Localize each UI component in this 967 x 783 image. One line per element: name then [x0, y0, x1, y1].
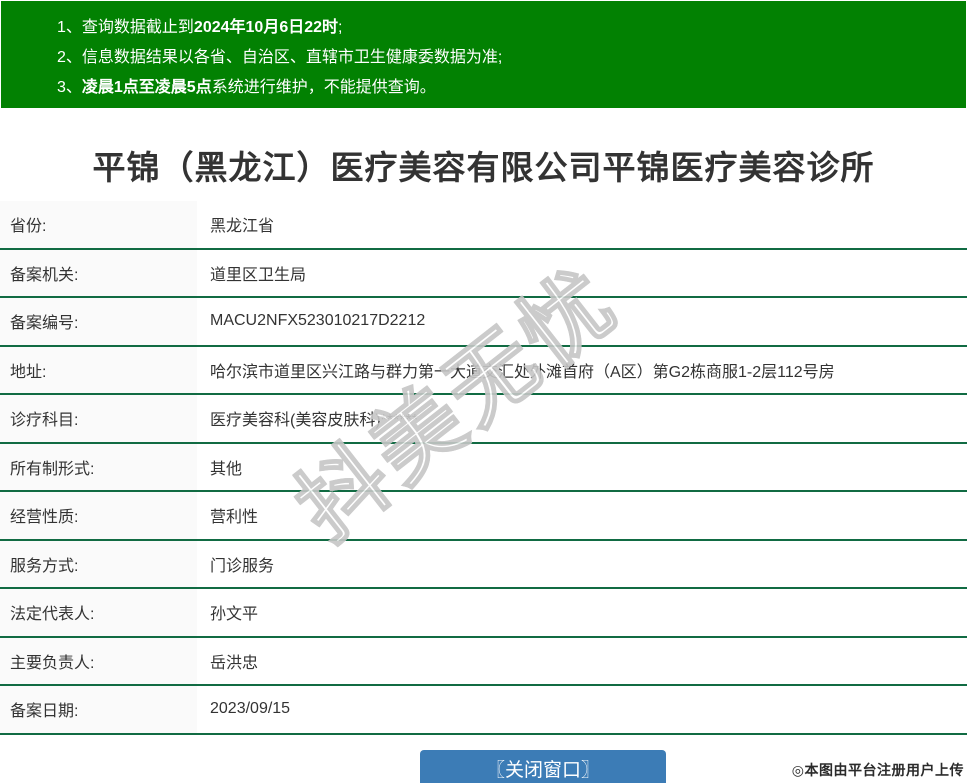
row-value: 孙文平 — [210, 606, 259, 624]
notice-line-1: 1、查询数据截止到2024年10月6日22时; — [57, 13, 966, 43]
table-row-filing-number: 备案编号: MACU2NFX523010217D2212 — [0, 298, 967, 347]
notice-number: 3、 — [57, 79, 82, 96]
notice-line-2: 2、信息数据结果以各省、自治区、直辖市卫生健康委数据为准; — [57, 43, 966, 73]
notice-text-bold: 2024年10月6日22时 — [193, 19, 339, 36]
table-row-principal: 主要负责人: 岳洪忠 — [0, 637, 967, 686]
corner-upload-watermark: ◎本图由平台注册用户上传 — [791, 762, 964, 778]
table-row-treatment-subjects: 诊疗科目: 医疗美容科(美容皮肤科)****** — [0, 395, 967, 444]
query-result-page: 1、查询数据截止到2024年10月6日22时; 2、信息数据结果以各省、自治区、… — [0, 0, 967, 783]
row-label: 诊疗科目: — [0, 395, 197, 442]
row-value: 黑龙江省 — [210, 218, 275, 236]
row-value: 道里区卫生局 — [210, 266, 307, 284]
row-value: 营利性 — [210, 509, 259, 527]
table-row-service-mode: 服务方式: 门诊服务 — [0, 540, 967, 589]
row-label: 备案编号: — [0, 298, 197, 345]
table-row-filing-date: 备案日期: 2023/09/15 — [0, 686, 967, 735]
notice-number: 2、 — [57, 49, 82, 66]
page-title: 平锦（黑龙江）医疗美容有限公司平锦医疗美容诊所 — [92, 149, 875, 186]
row-label: 地址: — [0, 346, 197, 393]
row-label: 备案日期: — [0, 686, 197, 733]
row-label: 服务方式: — [0, 540, 197, 587]
row-value: 医疗美容科(美容皮肤科)****** — [210, 412, 419, 430]
row-label: 所有制形式: — [0, 443, 197, 490]
notice-text-bold: 凌晨1点至凌晨5点 — [81, 79, 212, 96]
row-label: 经营性质: — [0, 492, 197, 539]
notice-text: 查询数据截止到 — [81, 19, 194, 36]
institution-info-table: 省份: 黑龙江省 备案机关: 道里区卫生局 备案编号: MACU2NFX5230… — [0, 201, 967, 735]
row-label: 省份: — [0, 201, 197, 248]
row-value: 哈尔滨市道里区兴江路与群力第一大道交汇处外滩首府（A区）第G2栋商服1-2层11… — [210, 363, 835, 381]
row-value: 门诊服务 — [210, 557, 275, 575]
table-row-province: 省份: 黑龙江省 — [0, 201, 967, 250]
row-label: 主要负责人: — [0, 637, 197, 684]
row-value: 2023/09/15 — [210, 700, 291, 718]
table-row-legal-representative: 法定代表人: 孙文平 — [0, 589, 967, 638]
table-row-ownership-form: 所有制形式: 其他 — [0, 443, 967, 492]
notice-line-3: 3、凌晨1点至凌晨5点系统进行维护，不能提供查询。 — [57, 73, 966, 103]
row-value: 岳洪忠 — [210, 654, 259, 672]
table-row-filing-authority: 备案机关: 道里区卫生局 — [0, 249, 967, 298]
notice-number: 1、 — [57, 19, 82, 36]
notice-text: 信息数据结果以各省、自治区、直辖市卫生健康委数据为准; — [81, 49, 503, 66]
row-value: MACU2NFX523010217D2212 — [210, 312, 426, 330]
table-row-operation-nature: 经营性质: 营利性 — [0, 492, 967, 541]
row-value: 其他 — [210, 460, 243, 478]
notice-text: ; — [338, 19, 343, 36]
close-window-button[interactable]: 〖关闭窗口〗 — [420, 750, 666, 783]
row-label: 备案机关: — [0, 249, 197, 296]
notice-text: 系统进行维护，不能提供查询。 — [211, 79, 436, 96]
row-label: 法定代表人: — [0, 589, 197, 636]
notice-banner: 1、查询数据截止到2024年10月6日22时; 2、信息数据结果以各省、自治区、… — [1, 1, 966, 108]
table-row-address: 地址: 哈尔滨市道里区兴江路与群力第一大道交汇处外滩首府（A区）第G2栋商服1-… — [0, 346, 967, 395]
